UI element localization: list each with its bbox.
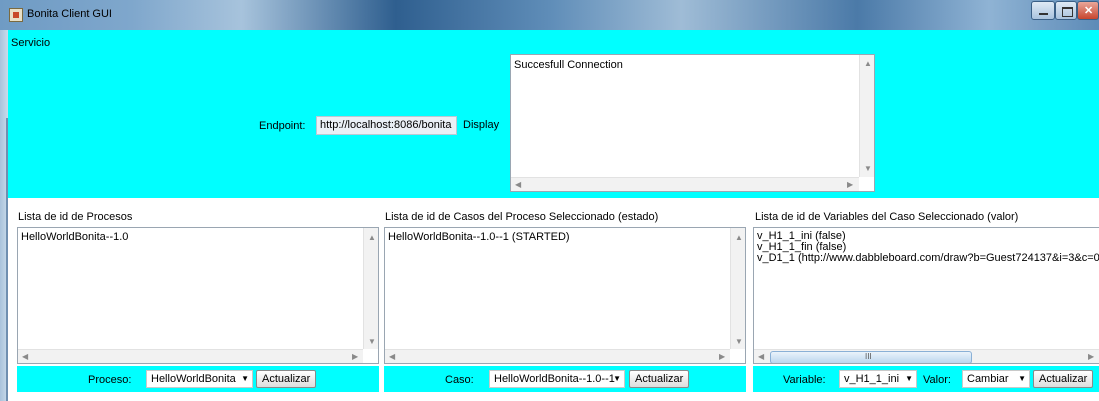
grip-icon: III: [865, 352, 872, 361]
minimize-icon: [1039, 13, 1048, 15]
scroll-down-icon[interactable]: ▼: [368, 338, 376, 346]
caso-select[interactable]: HelloWorldBonita--1.0--1 ▼: [489, 370, 625, 388]
variables-hscrollbar[interactable]: ◀ III ▶: [754, 349, 1099, 363]
maximize-button[interactable]: [1055, 1, 1077, 20]
output-text: Succesfull Connection: [514, 59, 623, 71]
variable-select[interactable]: v_H1_1_ini ▼: [839, 370, 917, 388]
list-item[interactable]: HelloWorldBonita--1.0--1 (STARTED): [388, 232, 570, 243]
procesos-vscrollbar[interactable]: ▲ ▼: [363, 228, 378, 349]
scroll-right-icon[interactable]: ▶: [719, 353, 725, 361]
caso-label: Caso:: [445, 374, 474, 386]
valor-select-value: Cambiar: [967, 373, 1009, 385]
variables-list[interactable]: v_H1_1_ini (false) v_H1_1_fin (false) v_…: [753, 227, 1099, 364]
variable-label: Variable:: [783, 374, 826, 386]
variables-toolbar: Variable: v_H1_1_ini ▼ Valor: Cambiar ▼ …: [753, 366, 1099, 392]
valor-select[interactable]: Cambiar ▼: [962, 370, 1030, 388]
java-app-icon: [9, 8, 23, 22]
casos-toolbar: Caso: HelloWorldBonita--1.0--1 ▼ Actuali…: [384, 366, 746, 392]
scroll-down-icon[interactable]: ▼: [864, 165, 872, 173]
maximize-icon: [1062, 7, 1073, 17]
scroll-right-icon[interactable]: ▶: [352, 353, 358, 361]
title-bar[interactable]: Bonita Client GUI ✕: [0, 0, 1099, 30]
endpoint-label: Endpoint:: [259, 120, 306, 132]
variables-actualizar-button[interactable]: Actualizar: [1033, 370, 1094, 388]
menu-servicio[interactable]: Servicio: [11, 37, 50, 49]
chevron-down-icon: ▼: [1018, 374, 1026, 383]
scroll-left-icon[interactable]: ◀: [389, 353, 395, 361]
output-textarea[interactable]: Succesfull Connection ▲ ▼ ◀ ▶: [510, 54, 875, 192]
caso-select-value: HelloWorldBonita--1.0--1: [494, 373, 615, 385]
scroll-up-icon[interactable]: ▲: [864, 60, 872, 68]
procesos-header: Lista de id de Procesos: [18, 211, 133, 223]
display-button[interactable]: Display: [463, 119, 499, 131]
scroll-left-icon[interactable]: ◀: [758, 353, 764, 361]
minimize-button[interactable]: [1031, 1, 1055, 20]
casos-header: Lista de id de Casos del Proceso Selecci…: [385, 211, 659, 223]
chevron-down-icon: ▼: [241, 374, 249, 383]
procesos-toolbar: Proceso: HelloWorldBonita ▼ Actualizar: [17, 366, 379, 392]
scroll-up-icon[interactable]: ▲: [735, 234, 743, 242]
variable-select-value: v_H1_1_ini: [844, 373, 900, 385]
scroll-left-icon[interactable]: ◀: [515, 181, 521, 189]
proceso-select[interactable]: HelloWorldBonita ▼: [146, 370, 253, 388]
window-title: Bonita Client GUI: [27, 8, 112, 20]
valor-label: Valor:: [923, 374, 951, 386]
scroll-right-icon[interactable]: ▶: [847, 181, 853, 189]
close-icon: ✕: [1084, 5, 1094, 17]
scroll-right-icon[interactable]: ▶: [1088, 353, 1094, 361]
chevron-down-icon: ▼: [613, 374, 621, 383]
casos-list[interactable]: HelloWorldBonita--1.0--1 (STARTED) ▲ ▼ ◀…: [384, 227, 746, 364]
endpoint-input[interactable]: http://localhost:8086/bonita: [316, 116, 457, 135]
window-frame-left: [0, 30, 8, 401]
casos-hscrollbar[interactable]: ◀ ▶: [385, 349, 730, 363]
procesos-hscrollbar[interactable]: ◀ ▶: [18, 349, 363, 363]
casos-actualizar-button[interactable]: Actualizar: [629, 370, 690, 388]
close-button[interactable]: ✕: [1077, 1, 1099, 20]
list-item[interactable]: HelloWorldBonita--1.0: [21, 232, 128, 243]
variables-header: Lista de id de Variables del Caso Selecc…: [755, 211, 1019, 223]
scroll-up-icon[interactable]: ▲: [368, 234, 376, 242]
procesos-actualizar-button[interactable]: Actualizar: [256, 370, 317, 388]
proceso-label: Proceso:: [88, 374, 132, 386]
hscroll-thumb[interactable]: III: [770, 351, 972, 363]
output-vscrollbar[interactable]: ▲ ▼: [859, 55, 874, 177]
chevron-down-icon: ▼: [905, 374, 913, 383]
casos-vscrollbar[interactable]: ▲ ▼: [730, 228, 745, 349]
list-item[interactable]: v_D1_1 (http://www.dabbleboard.com/draw?…: [757, 253, 1099, 264]
proceso-select-value: HelloWorldBonita: [151, 373, 236, 385]
procesos-list[interactable]: HelloWorldBonita--1.0 ▲ ▼ ◀ ▶: [17, 227, 379, 364]
scroll-down-icon[interactable]: ▼: [735, 338, 743, 346]
output-hscrollbar[interactable]: ◀ ▶: [511, 177, 859, 191]
scroll-left-icon[interactable]: ◀: [22, 353, 28, 361]
